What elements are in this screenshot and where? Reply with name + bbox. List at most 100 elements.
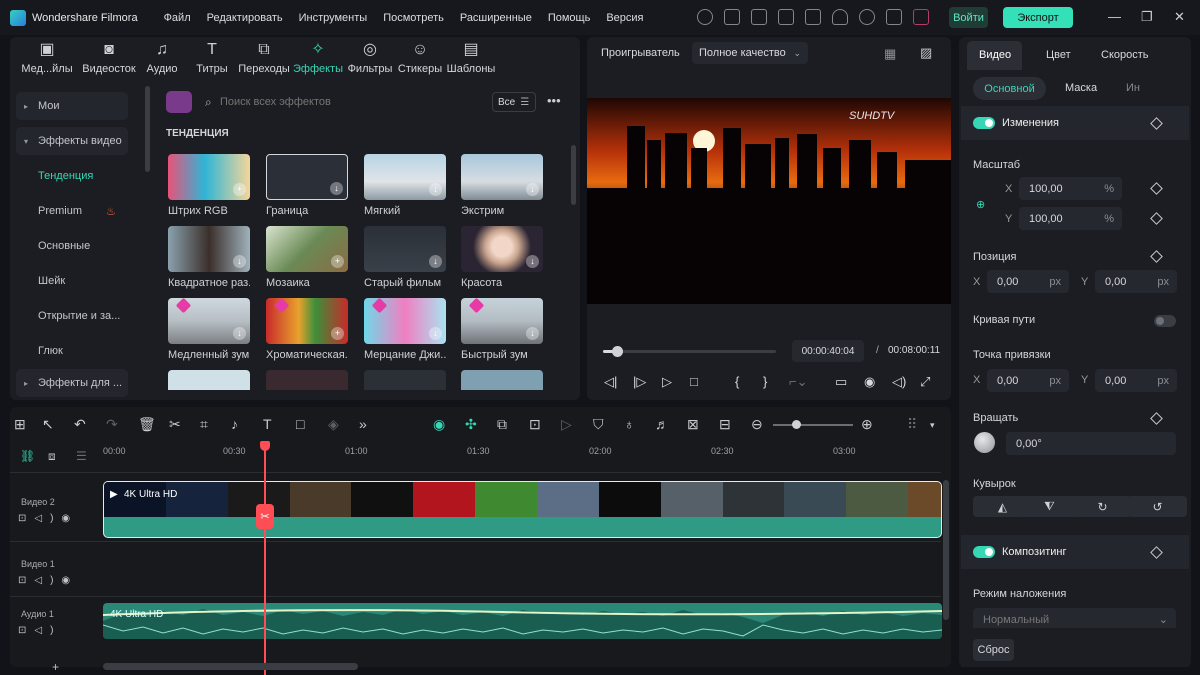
subtab-more[interactable]: Ин bbox=[1126, 82, 1140, 94]
fullscreen-icon[interactable]: ⤢ bbox=[920, 374, 930, 390]
undo-icon[interactable]: ↶ bbox=[74, 416, 86, 433]
insert-icon[interactable]: ⌐⌄ bbox=[789, 374, 807, 390]
media-replace-icon[interactable]: ⊠ bbox=[687, 416, 699, 433]
effect-card[interactable]: ↓ Красота bbox=[461, 226, 543, 289]
download-icon[interactable]: ↓ bbox=[526, 183, 539, 196]
login-button[interactable]: Войти bbox=[949, 7, 988, 28]
next-frame-icon[interactable]: |▷ bbox=[633, 374, 646, 390]
effect-card[interactable]: ↓ Граница bbox=[266, 154, 348, 217]
effects-scrollbar[interactable] bbox=[571, 145, 576, 205]
menu-help[interactable]: Помощь bbox=[540, 12, 599, 24]
crop-icon[interactable]: ⌗ bbox=[200, 416, 208, 433]
more-tools-icon[interactable]: » bbox=[359, 416, 367, 432]
effect-card[interactable]: ↓ Быстрый зум bbox=[461, 298, 543, 361]
add-icon[interactable]: + bbox=[331, 327, 344, 340]
effect-card[interactable]: + Хроматическая... bbox=[266, 298, 348, 361]
rotate-cw-button[interactable]: ↻ bbox=[1073, 496, 1132, 517]
download-icon[interactable]: ↓ bbox=[330, 182, 343, 195]
effect-card[interactable]: ↓ Мягкий bbox=[364, 154, 446, 217]
sidebar-item-opening[interactable]: Открытие и за... bbox=[16, 302, 128, 330]
path-curve-toggle[interactable] bbox=[1154, 315, 1176, 327]
zoom-slider[interactable] bbox=[773, 424, 853, 426]
scale-y-input[interactable]: 100,00% bbox=[1019, 207, 1122, 230]
close-icon[interactable]: ✕ bbox=[1174, 9, 1185, 25]
download-icon[interactable]: ↓ bbox=[429, 183, 442, 196]
tool-filters[interactable]: ◎ Фильтры bbox=[342, 40, 398, 75]
tab-video[interactable]: Видео bbox=[979, 49, 1011, 61]
restore-icon[interactable]: ❐ bbox=[1141, 9, 1153, 25]
grid-icon[interactable] bbox=[886, 9, 902, 25]
layout-grid-icon[interactable]: ⊞ bbox=[14, 416, 26, 433]
zoom-out-icon[interactable]: ⊖ bbox=[751, 416, 763, 433]
track-controls[interactable]: ⊡◁)◉ bbox=[18, 513, 78, 524]
stop-icon[interactable]: □ bbox=[690, 374, 698, 389]
waveform-icon[interactable]: ▨ bbox=[920, 45, 932, 61]
mask-tool-icon[interactable]: □ bbox=[296, 416, 304, 432]
lock-ratio-icon[interactable]: ⊕ bbox=[976, 198, 985, 211]
subtab-mask[interactable]: Маска bbox=[1065, 82, 1097, 94]
more-icon[interactable]: ••• bbox=[547, 93, 561, 108]
download-icon[interactable]: ↓ bbox=[526, 327, 539, 340]
effect-card[interactable]: ↓ Мерцание Джи... bbox=[364, 298, 446, 361]
link-icon[interactable]: ⛓ bbox=[20, 449, 35, 463]
menu-file[interactable]: Файл bbox=[156, 12, 199, 24]
video-clip[interactable]: ▶ 4K Ultra HD bbox=[103, 481, 942, 538]
playhead[interactable] bbox=[264, 441, 266, 675]
fit-icon[interactable]: ⊟ bbox=[719, 416, 731, 433]
ai-effects-icon[interactable] bbox=[166, 91, 192, 113]
rotate-input[interactable]: 0,00° bbox=[1006, 432, 1176, 455]
send-icon[interactable] bbox=[724, 9, 740, 25]
play-icon[interactable]: ▷ bbox=[662, 374, 672, 390]
add-icon[interactable]: + bbox=[331, 255, 344, 268]
tool-effects[interactable]: ✧ Эффекты bbox=[290, 40, 346, 75]
volume-icon[interactable]: ◁) bbox=[892, 374, 906, 390]
audio-edit-icon[interactable]: ♪ bbox=[231, 416, 238, 432]
timeline-vertical-scrollbar[interactable] bbox=[943, 480, 949, 620]
minimize-icon[interactable]: — bbox=[1108, 9, 1121, 24]
tool-transitions[interactable]: ⧉ Переходы bbox=[236, 40, 292, 75]
tool-templates[interactable]: ▤ Шаблоны bbox=[443, 40, 499, 75]
add-track-icon[interactable]: ⧈ bbox=[48, 449, 56, 464]
rotate-ccw-button[interactable]: ↺ bbox=[1128, 496, 1187, 517]
scale-x-input[interactable]: 100,00% bbox=[1019, 177, 1122, 200]
chevron-down-icon[interactable]: ▾ bbox=[930, 420, 935, 431]
flip-vertical-button[interactable]: ⧨ bbox=[1020, 496, 1079, 517]
microphone-icon[interactable]: ♁ bbox=[624, 416, 635, 432]
display-icon[interactable]: ▭ bbox=[835, 374, 847, 390]
position-y-input[interactable]: 0,00 px bbox=[1095, 270, 1177, 293]
transform-toggle[interactable] bbox=[973, 117, 995, 129]
cloud-icon[interactable] bbox=[832, 9, 848, 25]
music-note-icon[interactable]: ♬ bbox=[655, 416, 669, 432]
anchor-x-input[interactable]: 0,00 px bbox=[987, 369, 1069, 392]
headset-icon[interactable] bbox=[859, 9, 875, 25]
ai-icon[interactable] bbox=[751, 9, 767, 25]
redo-icon[interactable]: ↷ bbox=[106, 416, 118, 433]
prev-frame-icon[interactable]: ◁| bbox=[604, 374, 617, 390]
effect-card[interactable]: ↓ Медленный зум bbox=[168, 298, 250, 361]
quality-dropdown[interactable]: Полное качество ⌄ bbox=[692, 42, 808, 64]
playhead-handle[interactable] bbox=[260, 441, 270, 451]
tool-titles[interactable]: T Титры bbox=[184, 40, 240, 75]
snapshot-icon[interactable]: ◉ bbox=[864, 374, 875, 390]
sidebar-item-more-effects[interactable]: ▸ Эффекты для ... bbox=[16, 369, 128, 397]
sidebar-item-glitch[interactable]: Глюк bbox=[16, 337, 128, 365]
current-time[interactable]: 00:00:40:04 bbox=[792, 340, 864, 362]
player-scrubber[interactable] bbox=[603, 350, 776, 353]
position-x-input[interactable]: 0,00 px bbox=[987, 270, 1069, 293]
cut-icon[interactable]: ✂ bbox=[169, 416, 181, 433]
filter-dropdown[interactable]: Все ☰ bbox=[492, 92, 536, 112]
download-icon[interactable]: ↓ bbox=[233, 255, 246, 268]
menu-view[interactable]: Посмотреть bbox=[375, 12, 452, 24]
zoom-slider-handle[interactable] bbox=[792, 420, 801, 429]
tool-stickers[interactable]: ☺ Стикеры bbox=[392, 40, 448, 75]
effect-card[interactable]: + Мозаика bbox=[266, 226, 348, 289]
sidebar-item-mine[interactable]: ▸ Мои bbox=[16, 92, 128, 120]
anchor-y-input[interactable]: 0,00 px bbox=[1095, 369, 1177, 392]
tool-media[interactable]: ▣ Мед...йлы bbox=[19, 40, 75, 75]
sidebar-item-trending[interactable]: Тенденция bbox=[16, 162, 128, 190]
layout-icon[interactable]: ▦ bbox=[884, 46, 896, 62]
preview-render-icon[interactable]: ▷ bbox=[561, 416, 572, 433]
sidebar-item-basic[interactable]: Основные bbox=[16, 232, 128, 260]
delete-icon[interactable]: 🗑 bbox=[138, 416, 156, 433]
tool-stock[interactable]: ◙ Видеосток bbox=[81, 40, 137, 75]
